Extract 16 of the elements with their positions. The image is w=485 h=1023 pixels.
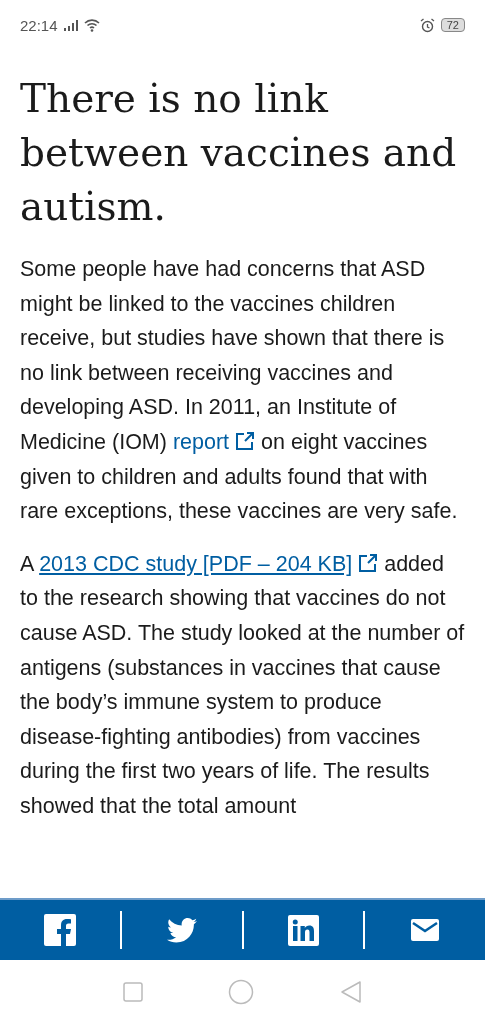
mail-icon[interactable] bbox=[411, 919, 440, 941]
bird-icon[interactable] bbox=[166, 917, 197, 943]
article-link[interactable]: report bbox=[172, 429, 256, 454]
external-link-icon bbox=[358, 552, 379, 573]
signal-icon bbox=[63, 19, 78, 31]
article-link[interactable]: 2013 CDC study [PDF – 204 KB] bbox=[39, 551, 379, 576]
facebook-icon[interactable] bbox=[43, 914, 76, 946]
linkedin-icon[interactable] bbox=[287, 914, 319, 946]
battery-level: 72 bbox=[440, 18, 465, 32]
external-link-icon bbox=[235, 430, 256, 451]
alarm-icon bbox=[419, 17, 435, 33]
article-paragraph: A 2013 CDC study [PDF – 204 KB] added to the research showing that vaccines do not cause ASD. The study looked at the number of antigens (substances in vaccines that cause the body’s immune system to produce disease-fighting antibodies) from vaccines during the first two years of life. The results showed that the total amount bbox=[20, 550, 465, 820]
clock-time: 22:14 bbox=[20, 16, 58, 34]
article-heading: There is no link between vaccines and autism. bbox=[20, 75, 458, 231]
article-paragraph: Some people have had concerns that ASD might be linked to the vaccines children receive, but studies have shown that there is no link between receiving vaccines and developing ASD. In 2011, an Institute of Medicine (IOM) report on eight vaccines given to children and adults found that with rare exceptions, these vaccines are very safe. bbox=[20, 256, 459, 526]
wifi-icon bbox=[83, 18, 100, 32]
